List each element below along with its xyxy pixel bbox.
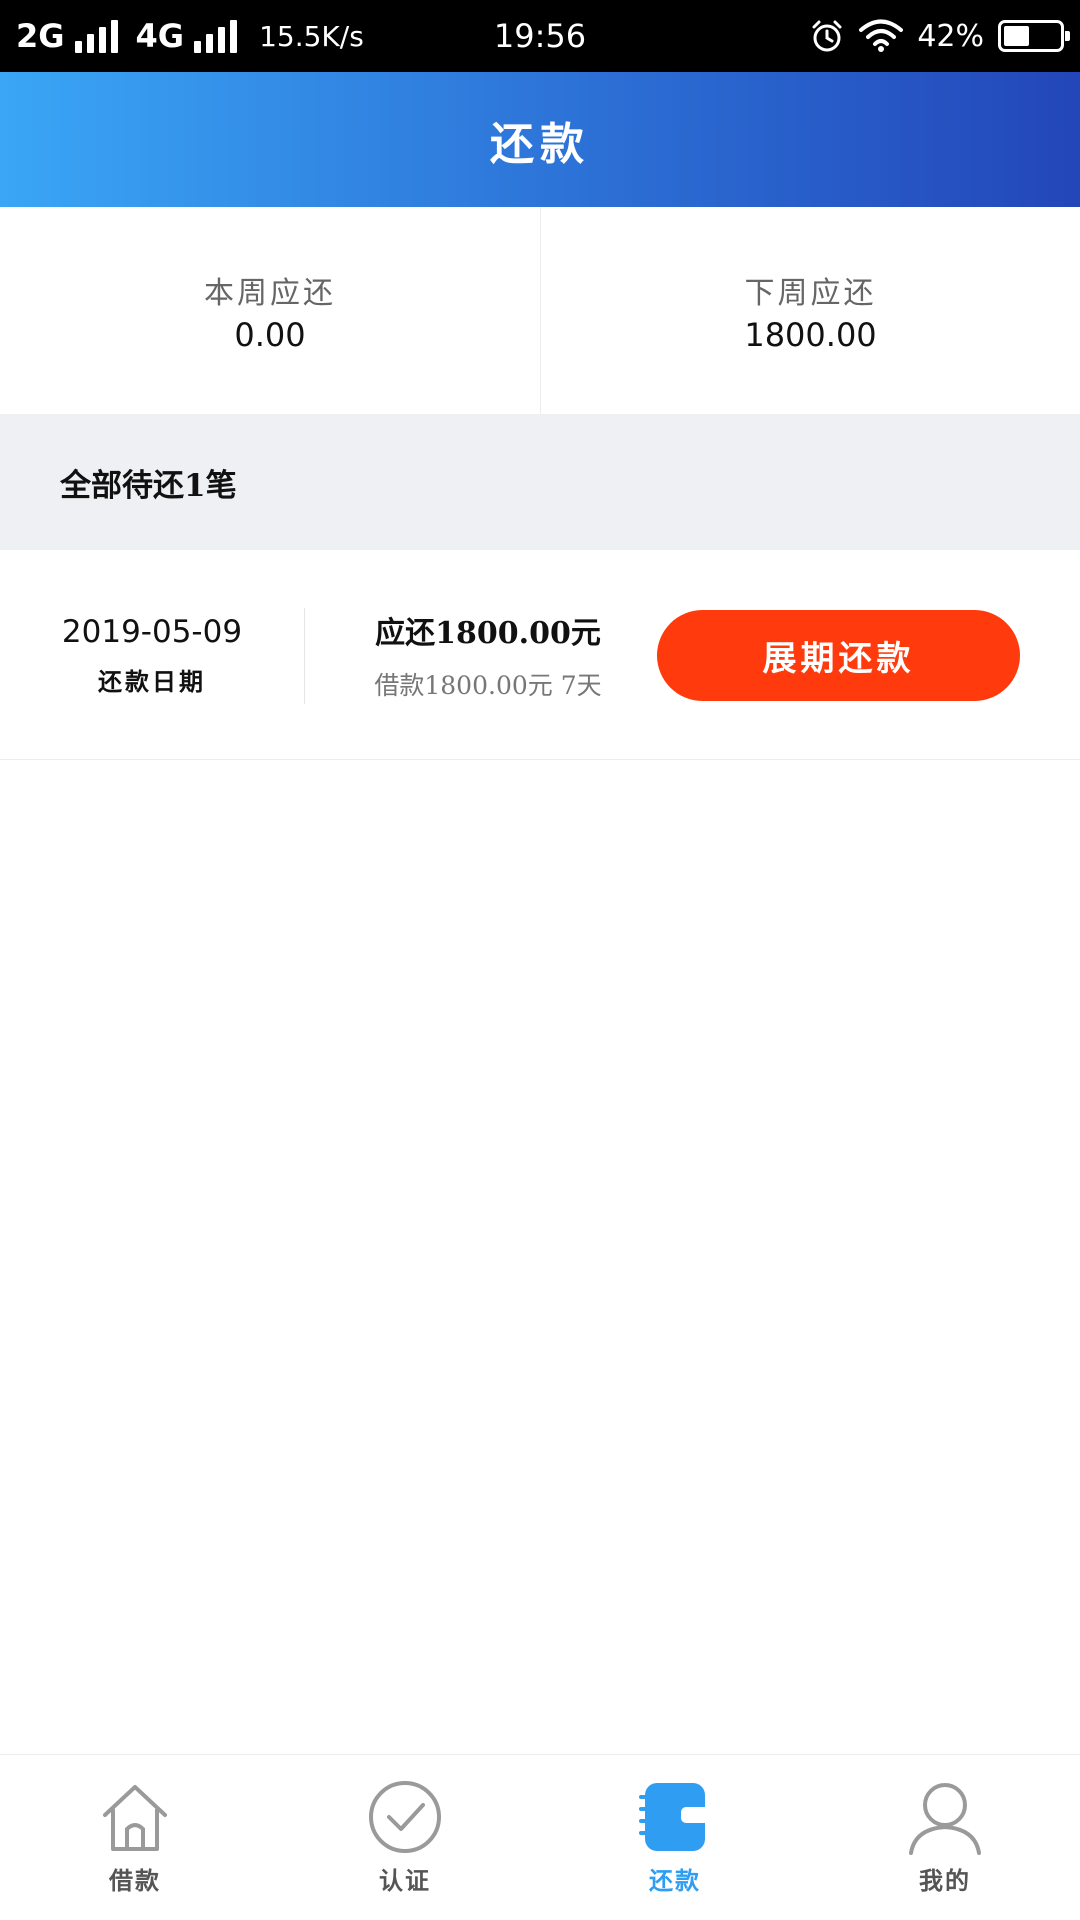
wifi-icon — [859, 19, 904, 52]
bottom-tab-bar: 借款 认证 还款 我的 — [0, 1754, 1080, 1920]
page-title: 还款 — [490, 118, 590, 170]
home-icon — [95, 1777, 175, 1857]
status-bar: 2G 4G 15.5K/s 19:56 42% — [0, 0, 1080, 72]
tab-label: 认证 — [379, 1866, 431, 1895]
status-right: 42% — [809, 0, 1070, 72]
check-circle-icon — [365, 1777, 445, 1857]
pending-section-header: 全部待还1笔 — [0, 414, 1080, 550]
tab-label: 我的 — [919, 1866, 971, 1895]
alarm-icon — [812, 20, 842, 52]
summary-next-week: 下周应还 1800.00 — [540, 207, 1080, 414]
summary-label: 本周应还 — [204, 275, 336, 311]
user-icon — [905, 1777, 985, 1857]
battery-percent: 42% — [917, 18, 984, 54]
summary-value: 1800.00 — [744, 315, 877, 354]
summary-value: 0.00 — [234, 315, 306, 354]
section-title: 全部待还1笔 — [60, 467, 237, 504]
repay-summary: 本周应还 0.00 下周应还 1800.00 — [0, 207, 1080, 414]
summary-label: 下周应还 — [744, 275, 877, 311]
app-header: 还款 — [0, 72, 1080, 207]
tab-verify[interactable]: 认证 — [270, 1755, 540, 1920]
loan-info: 借款1800.00元 7天 — [374, 671, 602, 700]
tab-label: 还款 — [649, 1866, 701, 1895]
battery-fill — [1004, 26, 1030, 46]
repay-date-block: 2019-05-09 还款日期 — [0, 550, 304, 760]
repay-date: 2019-05-09 — [61, 613, 243, 650]
tab-repay[interactable]: 还款 — [540, 1755, 810, 1920]
repay-date-label: 还款日期 — [98, 666, 206, 696]
repay-amount-block: 应还1800.00元 借款1800.00元 7天 — [305, 550, 671, 760]
amount-due: 应还1800.00元 — [375, 616, 601, 651]
extend-repay-button[interactable]: 展期还款 — [657, 610, 1020, 701]
tab-mine[interactable]: 我的 — [810, 1755, 1080, 1920]
wallet-icon — [635, 1777, 715, 1857]
list-item[interactable]: 2019-05-09 还款日期 应还1800.00元 借款1800.00元 7天… — [0, 550, 1080, 760]
summary-this-week: 本周应还 0.00 — [0, 207, 540, 414]
tab-label: 借款 — [109, 1866, 161, 1895]
battery-icon — [998, 20, 1070, 52]
tab-borrow[interactable]: 借款 — [0, 1755, 270, 1920]
